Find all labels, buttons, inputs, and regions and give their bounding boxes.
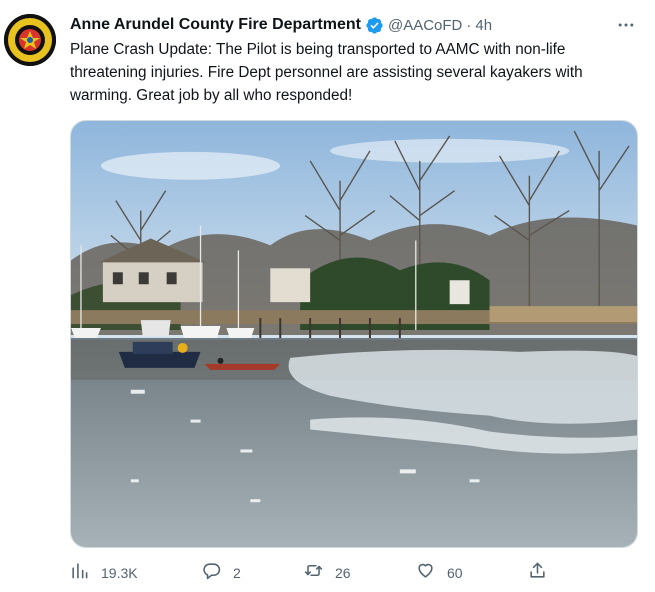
share-button[interactable] <box>528 560 547 586</box>
tweet-header: Anne Arundel County Fire Department @AAC… <box>70 14 492 36</box>
author-name[interactable]: Anne Arundel County Fire Department <box>70 16 361 34</box>
tweet[interactable]: Anne Arundel County Fire Department @AAC… <box>0 0 655 592</box>
retweet-button[interactable]: 26 <box>304 560 351 586</box>
views-button[interactable]: 19.3K <box>70 560 138 586</box>
views-count: 19.3K <box>101 565 138 581</box>
like-count: 60 <box>447 565 463 581</box>
timestamp[interactable]: 4h <box>475 17 492 34</box>
author-handle[interactable]: @AACoFD <box>388 17 462 34</box>
avatar[interactable] <box>4 14 56 66</box>
share-icon <box>528 561 547 585</box>
views-icon <box>70 561 89 585</box>
separator-dot: · <box>466 16 472 34</box>
tweet-text: Plane Crash Update: The Pilot is being t… <box>70 41 583 104</box>
tweet-actions: 19.3K 2 26 60 <box>70 560 645 586</box>
retweet-icon <box>304 561 323 585</box>
like-icon <box>416 561 435 585</box>
reply-count: 2 <box>233 565 241 581</box>
like-button[interactable]: 60 <box>416 560 463 586</box>
retweet-count: 26 <box>335 565 351 581</box>
reply-button[interactable]: 2 <box>202 560 241 586</box>
verified-badge-icon <box>365 16 384 35</box>
tweet-photo[interactable] <box>70 120 638 548</box>
more-icon[interactable] <box>615 14 637 36</box>
reply-icon <box>202 561 221 585</box>
